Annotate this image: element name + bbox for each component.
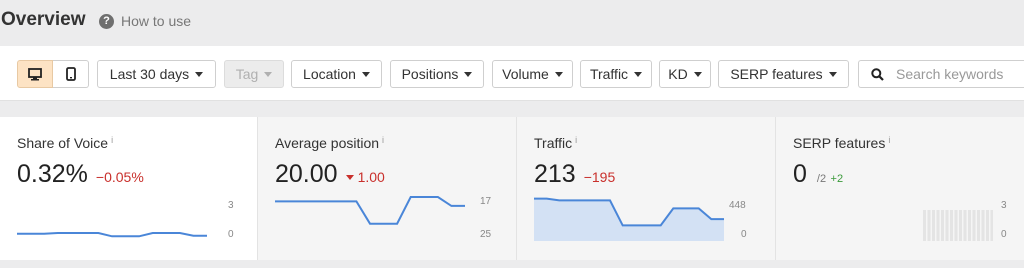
serp-features-bar [950, 210, 953, 241]
average-position-card[interactable]: Average position i 20.00 1.00 17 25 [258, 117, 517, 260]
tag-label: Tag [235, 66, 259, 82]
serp-features-bar [954, 210, 958, 241]
average-position-line [275, 196, 465, 225]
serp-features-label: SERP features i [793, 135, 891, 151]
serp-features-value-row: 0 /2 +2 [793, 160, 843, 189]
share-of-voice-sparkline [17, 232, 207, 238]
desktop-button[interactable] [17, 60, 53, 88]
kd-dropdown[interactable]: KD [659, 60, 711, 88]
chevron-down-icon [361, 71, 370, 77]
chevron-down-icon [828, 71, 837, 77]
location-dropdown[interactable]: Location [291, 60, 382, 88]
metric-cards: Share of Voice i 0.32% −0.05% 3 0 Average… [0, 117, 1024, 260]
info-icon[interactable]: i [382, 135, 384, 145]
tag-dropdown[interactable]: Tag [224, 60, 284, 88]
traffic-value-row: 213 −195 [534, 160, 615, 189]
traffic-area [534, 198, 724, 241]
search-box[interactable] [858, 60, 1024, 88]
serp-features-dropdown[interactable]: SERP features [718, 60, 849, 88]
device-toggle [17, 60, 89, 88]
location-label: Location [303, 66, 356, 82]
average-position-delta: 1.00 [345, 169, 385, 185]
chevron-down-icon [264, 71, 273, 77]
serp-features-bar [959, 210, 962, 241]
serp-features-bar [932, 210, 935, 241]
serp-features-bar [963, 210, 967, 241]
search-icon [871, 67, 884, 81]
share-of-voice-value-row: 0.32% −0.05% [17, 160, 144, 189]
serp-features-delta: +2 [830, 173, 844, 185]
serp-features-bar [968, 210, 971, 241]
mobile-button[interactable] [53, 60, 89, 88]
average-position-y-bottom: 25 [480, 229, 492, 240]
share-of-voice-delta: −0.05% [95, 169, 144, 185]
traffic-sparkline [534, 197, 724, 241]
traffic-dropdown[interactable]: Traffic [580, 60, 652, 88]
share-of-voice-y-min: 0 [228, 229, 234, 240]
chevron-down-icon [554, 71, 563, 77]
traffic-label: Traffic [589, 66, 629, 82]
volume-label: Volume [502, 66, 549, 82]
serp-features-bar [945, 210, 949, 241]
traffic-y-max: 448 [729, 200, 746, 211]
page-title: Overview [1, 9, 86, 30]
share-of-voice-value: 0.32% [17, 160, 88, 188]
serp-features-bar [936, 210, 940, 241]
serp-features-value: 0 [793, 160, 807, 188]
traffic-y-min: 0 [741, 229, 747, 240]
positions-dropdown[interactable]: Positions [390, 60, 484, 88]
share-of-voice-line [17, 232, 207, 238]
date-range-dropdown[interactable]: Last 30 days [97, 60, 216, 88]
mobile-icon [65, 67, 76, 81]
serp-features-bar [941, 210, 944, 241]
filter-toolbar: Last 30 days Tag Location Positions Volu… [0, 46, 1024, 101]
average-position-sparkline [275, 196, 465, 225]
info-icon[interactable]: i [575, 135, 577, 145]
serp-features-y-max: 3 [1001, 200, 1007, 211]
chevron-down-icon [195, 71, 204, 77]
how-to-use-label: How to use [121, 13, 192, 29]
serp-features-total: /2 [816, 173, 827, 185]
chevron-down-icon [693, 71, 702, 77]
traffic-value: 213 [534, 160, 576, 188]
serp-features-bar [977, 210, 980, 241]
chevron-down-icon [634, 71, 643, 77]
volume-dropdown[interactable]: Volume [492, 60, 573, 88]
serp-features-bar [981, 210, 985, 241]
serp-features-bar [927, 210, 931, 241]
question-icon: ? [99, 13, 114, 29]
share-of-voice-label: Share of Voice i [17, 135, 114, 151]
average-position-label: Average position i [275, 135, 385, 151]
serp-features-y-min: 0 [1001, 229, 1007, 240]
traffic-delta: −195 [583, 169, 616, 185]
serp-features-label: SERP features [730, 66, 823, 82]
average-position-value: 20.00 [275, 160, 338, 188]
date-range-label: Last 30 days [109, 66, 190, 82]
info-icon[interactable]: i [888, 135, 890, 145]
average-position-value-row: 20.00 1.00 [275, 160, 385, 189]
positions-label: Positions [401, 66, 459, 82]
serp-features-bar [990, 210, 993, 241]
average-position-y-top: 17 [480, 196, 492, 207]
how-to-use-link[interactable]: ? How to use [99, 13, 191, 29]
share-of-voice-y-max: 3 [228, 200, 234, 211]
chevron-down-icon [464, 71, 473, 77]
serp-features-bar [923, 210, 926, 241]
page-header: Overview ? How to use [0, 0, 1024, 46]
serp-features-bar [986, 210, 989, 241]
triangle-down-icon [345, 175, 354, 180]
search-input[interactable] [896, 66, 1024, 82]
serp-features-bars [923, 210, 993, 241]
traffic-label: Traffic i [534, 135, 578, 151]
serp-features-card[interactable]: SERP features i 0 /2 +2 3 0 [776, 117, 1024, 260]
share-of-voice-card[interactable]: Share of Voice i 0.32% −0.05% 3 0 [0, 117, 258, 260]
serp-features-bar [972, 210, 976, 241]
desktop-icon [28, 67, 42, 80]
kd-label: KD [668, 66, 688, 82]
traffic-card[interactable]: Traffic i 213 −195 448 0 [517, 117, 776, 260]
info-icon[interactable]: i [111, 135, 113, 145]
